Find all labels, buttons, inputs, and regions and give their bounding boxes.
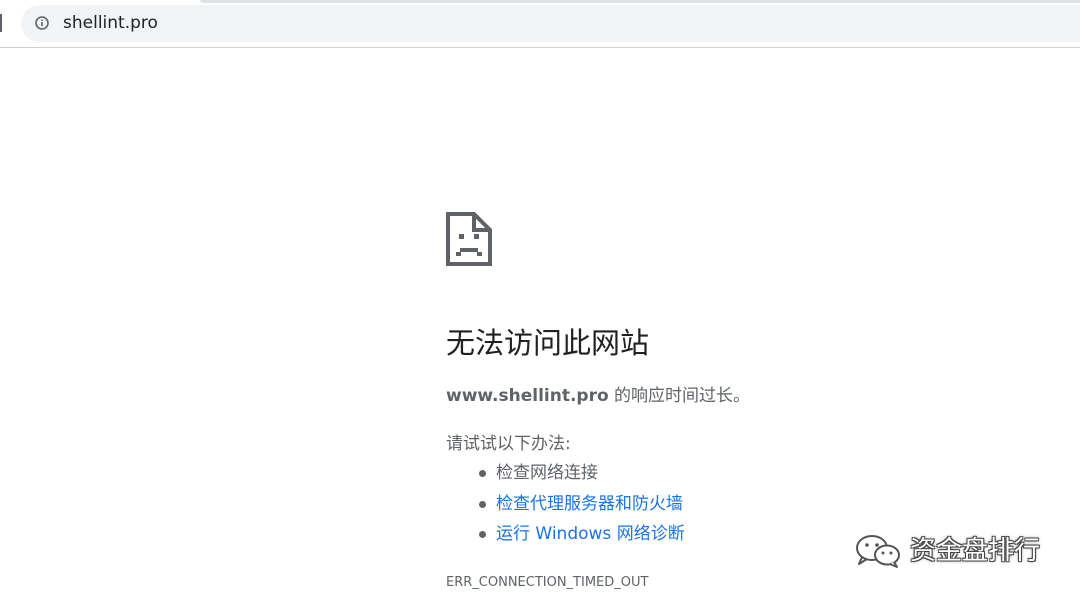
check-proxy-firewall-link[interactable]: 检查代理服务器和防火墙 [496,494,683,514]
suggestion-run-diagnostics[interactable]: 运行 Windows 网络诊断 [446,522,685,553]
bullet-icon [479,470,486,477]
bullet-icon [479,531,486,538]
browser-toolbar: shellint.pro [0,0,1080,48]
browser-window: shellint.pro 无法访问此网站 www.shellint.pro 的响… [0,0,1080,599]
sad-page-icon [446,212,492,266]
bullet-icon [479,500,486,508]
error-title: 无法访问此网站 [446,326,650,360]
watermark-text: 资金盘排行 [910,536,1041,566]
suggestion-label: 检查网络连接 [496,463,598,483]
wechat-icon [856,535,900,568]
info-circle-icon[interactable] [35,15,49,30]
error-message: 的响应时间过长。 [608,386,751,406]
address-bar[interactable]: shellint.pro [21,5,1080,42]
error-code: ERR_CONNECTION_TIMED_OUT [446,575,649,590]
address-bar-url[interactable]: shellint.pro [63,13,158,33]
toolbar-edge-divider [0,14,2,32]
run-windows-diagnostics-link[interactable]: 运行 Windows 网络诊断 [496,524,685,544]
suggestions-list: 检查网络连接 检查代理服务器和防火墙 运行 Windows 网络诊断 [446,461,685,553]
watermark: 资金盘排行 [852,533,1040,569]
suggestion-check-network: 检查网络连接 [446,461,685,492]
error-description: www.shellint.pro 的响应时间过长。 [446,384,750,408]
suggestions-heading: 请试试以下办法: [446,434,571,454]
error-host: www.shellint.pro [446,386,609,406]
tab-strip [200,0,1080,3]
suggestion-check-proxy-firewall[interactable]: 检查代理服务器和防火墙 [446,492,685,523]
